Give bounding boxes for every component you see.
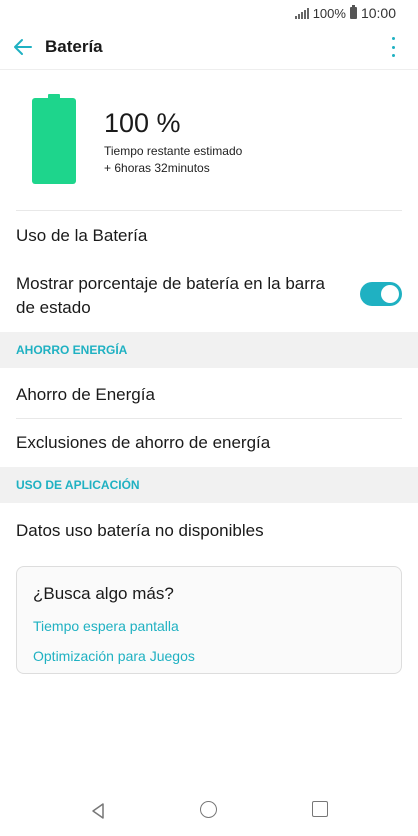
show-percent-toggle[interactable] [360, 282, 402, 306]
search-more-card: ¿Busca algo más? Tiempo espera pantalla … [16, 566, 402, 674]
page-title: Batería [45, 37, 103, 56]
nav-recent-apps-icon[interactable] [312, 801, 328, 817]
energy-saving-item[interactable]: Ahorro de Energía [16, 383, 155, 407]
battery-fill [32, 98, 76, 184]
divider [16, 210, 402, 211]
status-bar: 100% 10:00 [0, 0, 418, 26]
remaining-time-label: Tiempo restante estimado [104, 144, 243, 158]
remaining-time-value: + 6horas 32minutos [104, 161, 210, 175]
battery-level-graphic [32, 94, 76, 184]
toggle-knob [381, 285, 399, 303]
battery-percent: 100 % [104, 108, 181, 138]
show-percent-label-line2[interactable]: de estado [16, 296, 91, 320]
section-header-energy-saving: AHORRO ENERGÍA [0, 332, 418, 368]
app-usage-data-item: Datos uso batería no disponibles [16, 521, 264, 540]
nav-back-icon[interactable] [90, 802, 106, 820]
signal-icon [294, 7, 310, 19]
status-battery-percent: 100% [312, 5, 346, 21]
energy-exclusions-item[interactable]: Exclusiones de ahorro de energía [16, 431, 270, 455]
navigation-bar [0, 784, 418, 836]
battery-icon [349, 5, 357, 19]
section-header-app-usage: USO DE APLICACIÓN [0, 467, 418, 503]
status-time: 10:00 [360, 5, 396, 21]
status-indicators: 100% 10:00 [294, 5, 396, 21]
divider [16, 418, 402, 419]
game-optimization-link[interactable]: Optimización para Juegos [33, 648, 195, 664]
nav-home-icon[interactable] [200, 801, 217, 818]
battery-usage-item[interactable]: Uso de la Batería [16, 224, 147, 248]
arrow-left-icon[interactable] [12, 36, 34, 58]
section-label: USO DE APLICACIÓN [16, 478, 140, 492]
screen-timeout-link[interactable]: Tiempo espera pantalla [33, 618, 179, 634]
card-title: ¿Busca algo más? [33, 584, 174, 603]
more-vertical-icon[interactable] [392, 37, 396, 57]
app-bar: Batería [0, 26, 418, 70]
section-label: AHORRO ENERGÍA [16, 343, 128, 357]
show-percent-label-line1[interactable]: Mostrar porcentaje de batería en la barr… [16, 272, 325, 296]
